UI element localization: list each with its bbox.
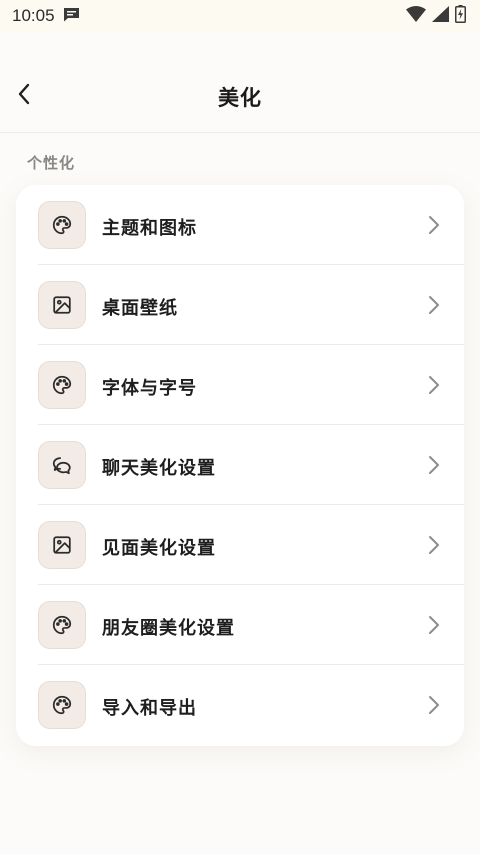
menu-item-theme-and-icons[interactable]: 主题和图标	[16, 185, 464, 265]
status-right	[406, 5, 466, 27]
menu-item-label: 聊天美化设置	[102, 458, 216, 479]
menu-item-label: 导入和导出	[102, 698, 197, 719]
palette-icon	[38, 601, 86, 649]
menu-item-label: 字体与字号	[102, 378, 197, 399]
cellular-signal-icon	[432, 6, 449, 26]
menu-item-chat-beautify[interactable]: 聊天美化设置	[16, 425, 464, 505]
message-notification-icon	[63, 7, 80, 26]
menu-item-import-export[interactable]: 导入和导出	[16, 665, 464, 745]
menu-item-label: 见面美化设置	[102, 538, 216, 559]
chevron-right-icon	[429, 376, 439, 394]
page-title: 美化	[218, 86, 262, 110]
chevron-right-icon	[429, 536, 439, 554]
chevron-right-icon	[429, 616, 439, 634]
chevron-right-icon	[429, 296, 439, 314]
battery-charging-icon	[455, 5, 466, 27]
menu-item-moments-beautify[interactable]: 朋友圈美化设置	[16, 585, 464, 665]
menu-item-meeting-beautify[interactable]: 见面美化设置	[16, 505, 464, 585]
section-label: 个性化	[27, 154, 76, 172]
wifi-icon	[406, 6, 426, 26]
menu-item-label: 朋友圈美化设置	[102, 618, 235, 639]
menu-item-desktop-wallpaper[interactable]: 桌面壁纸	[16, 265, 464, 345]
chat-bubbles-icon	[38, 441, 86, 489]
status-bar: 10:05	[0, 0, 480, 32]
palette-icon	[38, 681, 86, 729]
status-left: 10:05	[12, 6, 80, 26]
status-time: 10:05	[12, 6, 55, 25]
menu-item-label: 主题和图标	[102, 218, 197, 239]
settings-card: 主题和图标 桌面壁纸 字体与字号 聊天美化设置 见面美化设置 朋友圈美化设置 导…	[16, 185, 464, 746]
chevron-right-icon	[429, 456, 439, 474]
palette-icon	[38, 201, 86, 249]
palette-icon	[38, 361, 86, 409]
menu-item-font-and-size[interactable]: 字体与字号	[16, 345, 464, 425]
chevron-right-icon	[429, 216, 439, 234]
image-icon	[38, 521, 86, 569]
menu-item-label: 桌面壁纸	[102, 298, 178, 319]
chevron-right-icon	[429, 696, 439, 714]
nav-bar: 美化	[0, 32, 480, 133]
image-icon	[38, 281, 86, 329]
